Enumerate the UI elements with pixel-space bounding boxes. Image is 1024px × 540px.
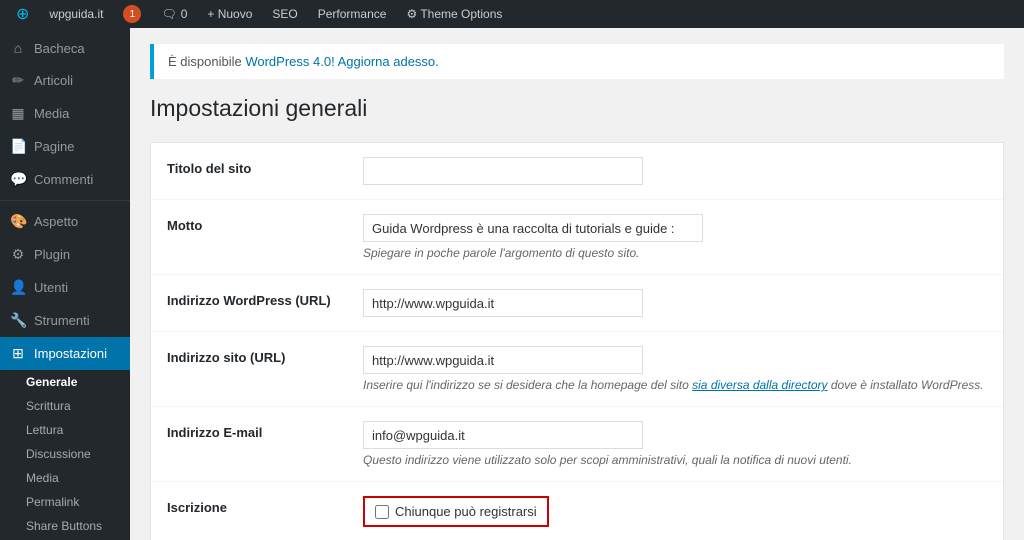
label-titolo: Titolo del sito [167,157,347,176]
sidebar-divider-1 [0,200,130,201]
form-row-titolo: Titolo del sito [151,143,1003,200]
settings-icon: ⊞ [10,345,26,362]
appearance-icon: 🎨 [10,213,26,230]
sidebar-item-articoli[interactable]: ✏ Articoli [0,64,130,97]
notice-update-link[interactable]: Aggiorna adesso. [338,54,439,69]
page-icon: 📄 [10,138,26,155]
layout: ⌂ Bacheca ✏ Articoli ▦ Media 📄 Pagine 💬 … [0,28,1024,540]
settings-form: Titolo del sito Motto Spiegare in poche … [150,142,1004,540]
adminbar-wp-logo[interactable]: ⊕ [8,0,37,28]
label-checkbox-iscrizione[interactable]: Chiunque può registrarsi [395,504,537,519]
content-iscrizione: Chiunque può registrarsi [363,496,987,527]
content-titolo [363,157,987,185]
content-motto: Spiegare in poche parole l'argomento di … [363,214,987,260]
description-motto: Spiegare in poche parole l'argomento di … [363,246,987,260]
adminbar-theme-options[interactable]: ⚙ Theme Options [398,0,510,28]
adminbar-new[interactable]: + Nuovo [199,0,260,28]
sidebar-pagine-label: Pagine [34,139,74,154]
sidebar-submenu-discussione[interactable]: Discussione [0,442,130,466]
content-site-url: Inserire qui l'indirizzo se si desidera … [363,346,987,392]
sidebar-submenu-scrittura[interactable]: Scrittura [0,394,130,418]
sidebar-aspetto-label: Aspetto [34,214,78,229]
sidebar-item-media[interactable]: ▦ Media [0,97,130,130]
input-site-url[interactable] [363,346,643,374]
label-wp-url: Indirizzo WordPress (URL) [167,289,347,308]
sidebar-commenti-label: Commenti [34,172,93,187]
adminbar-updates[interactable]: 1 [115,0,149,28]
iscrizione-checkbox-wrapper: Chiunque può registrarsi [363,496,549,527]
sidebar-impostazioni-label: Impostazioni [34,346,107,361]
sidebar-plugin-label: Plugin [34,247,70,262]
sidebar-utenti-label: Utenti [34,280,68,295]
adminbar-comments[interactable]: 🗨 0 [153,0,195,28]
content-email: Questo indirizzo viene utilizzato solo p… [363,421,987,467]
form-row-wp-url: Indirizzo WordPress (URL) [151,275,1003,332]
notice-wp-link[interactable]: WordPress 4.0! [245,54,334,69]
label-iscrizione: Iscrizione [167,496,347,515]
sidebar-item-bacheca[interactable]: ⌂ Bacheca [0,32,130,64]
form-row-email: Indirizzo E-mail Questo indirizzo viene … [151,407,1003,482]
sidebar-submenu-lettura[interactable]: Lettura [0,418,130,442]
sidebar-item-pagine[interactable]: 📄 Pagine [0,130,130,163]
sidebar-submenu-share-buttons[interactable]: Share Buttons [0,514,130,538]
input-email[interactable] [363,421,643,449]
sidebar-strumenti-label: Strumenti [34,313,90,328]
description-email: Questo indirizzo viene utilizzato solo p… [363,453,987,467]
content-wp-url [363,289,987,317]
site-url-link[interactable]: sia diversa dalla directory [692,378,827,392]
admin-bar: ⊕ wpguida.it 1 🗨 0 + Nuovo SEO Performan… [0,0,1024,28]
sidebar-item-plugin[interactable]: ⚙ Plugin [0,238,130,271]
sidebar-media-label: Media [34,106,69,121]
sidebar-item-commenti[interactable]: 💬 Commenti [0,163,130,196]
plugin-icon: ⚙ [10,246,26,263]
adminbar-seo[interactable]: SEO [264,0,305,28]
adminbar-theme-options-label: ⚙ Theme Options [406,7,502,21]
sidebar-articoli-label: Articoli [34,73,73,88]
adminbar-performance-label: Performance [318,7,387,21]
label-site-url: Indirizzo sito (URL) [167,346,347,365]
sidebar-submenu-generale[interactable]: Generale [0,370,130,394]
comments-count: 0 [181,7,188,21]
sidebar-item-impostazioni[interactable]: ⊞ Impostazioni [0,337,130,370]
sidebar-item-strumenti[interactable]: 🔧 Strumenti [0,304,130,337]
comment-icon: 💬 [10,171,26,188]
description-site-url: Inserire qui l'indirizzo se si desidera … [363,378,987,392]
wp-logo-icon: ⊕ [16,4,29,24]
page-title: Impostazioni generali [150,95,1004,122]
sidebar-bacheca-label: Bacheca [34,41,85,56]
sidebar-item-utenti[interactable]: 👤 Utenti [0,271,130,304]
form-row-site-url: Indirizzo sito (URL) Inserire qui l'indi… [151,332,1003,407]
sidebar-item-aspetto[interactable]: 🎨 Aspetto [0,205,130,238]
sidebar-submenu-media[interactable]: Media [0,466,130,490]
edit-icon: ✏ [10,72,26,89]
updates-count: 1 [123,5,141,23]
adminbar-new-label: + Nuovo [207,7,252,21]
media-icon: ▦ [10,105,26,122]
checkbox-iscrizione[interactable] [375,505,389,519]
tools-icon: 🔧 [10,312,26,329]
input-titolo[interactable] [363,157,643,185]
adminbar-performance[interactable]: Performance [310,0,395,28]
input-wp-url[interactable] [363,289,643,317]
adminbar-site-label: wpguida.it [49,7,103,21]
sidebar: ⌂ Bacheca ✏ Articoli ▦ Media 📄 Pagine 💬 … [0,28,130,540]
adminbar-site-name[interactable]: wpguida.it [41,0,111,28]
main-content: È disponibile WordPress 4.0! Aggiorna ad… [130,28,1024,540]
update-notice: È disponibile WordPress 4.0! Aggiorna ad… [150,44,1004,79]
form-row-motto: Motto Spiegare in poche parole l'argomen… [151,200,1003,275]
users-icon: 👤 [10,279,26,296]
notice-text: È disponibile [168,54,245,69]
home-icon: ⌂ [10,40,26,56]
input-motto[interactable] [363,214,703,242]
form-row-iscrizione: Iscrizione Chiunque può registrarsi [151,482,1003,540]
label-email: Indirizzo E-mail [167,421,347,440]
sidebar-submenu-permalink[interactable]: Permalink [0,490,130,514]
adminbar-seo-label: SEO [272,7,297,21]
comments-icon: 🗨 [161,7,176,21]
label-motto: Motto [167,214,347,233]
